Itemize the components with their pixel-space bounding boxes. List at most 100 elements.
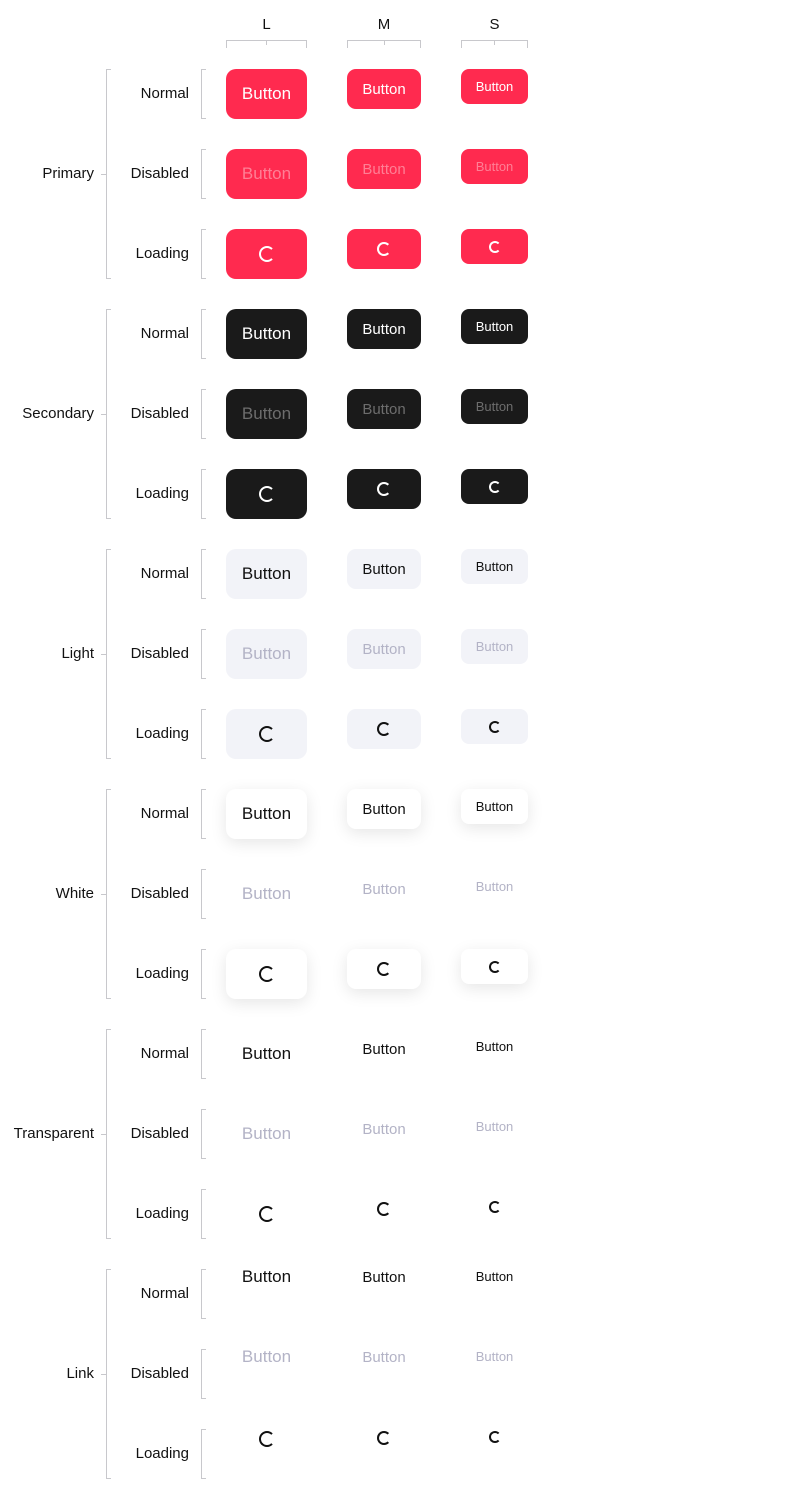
state-label-loading: Loading — [135, 245, 189, 262]
button-label: Button — [362, 1269, 406, 1286]
secondary-disabled-button-m: Button — [347, 389, 421, 429]
white-loading-button-m[interactable] — [347, 949, 421, 989]
group-bracket-tick — [101, 1134, 107, 1135]
button-label: Button — [241, 404, 292, 423]
link-loading-button-m[interactable] — [347, 1427, 421, 1457]
button-label: Button — [241, 164, 292, 183]
size-bracket-tick — [266, 40, 267, 45]
button-label: Button — [475, 159, 514, 174]
button-label: Button — [362, 800, 406, 818]
link-normal-button-l[interactable]: Button — [226, 1267, 307, 1307]
state-bracket — [201, 69, 206, 119]
button-label: Button — [475, 879, 514, 894]
state-bracket — [201, 149, 206, 199]
state-label-disabled: Disabled — [130, 645, 189, 662]
spinner-icon — [377, 1431, 391, 1445]
button-label: Button — [241, 324, 292, 343]
primary-normal-button-s[interactable]: Button — [461, 69, 528, 104]
button-label: Button — [475, 1269, 514, 1284]
primary-loading-button-s[interactable] — [461, 229, 528, 264]
state-label-normal: Normal — [140, 325, 189, 342]
state-label-disabled: Disabled — [130, 1365, 189, 1382]
button-label: Button — [241, 644, 292, 663]
size-header-l: L — [262, 16, 271, 33]
button-label: Button — [475, 799, 514, 814]
link-normal-button-m[interactable]: Button — [347, 1267, 421, 1297]
secondary-loading-button-l[interactable] — [226, 469, 307, 519]
light-normal-button-m[interactable]: Button — [347, 549, 421, 589]
state-bracket — [201, 789, 206, 839]
secondary-loading-button-m[interactable] — [347, 469, 421, 509]
white-loading-button-l[interactable] — [226, 949, 307, 999]
transparent-loading-button-m[interactable] — [347, 1189, 421, 1229]
light-disabled-button-m: Button — [347, 629, 421, 669]
state-bracket — [201, 309, 206, 359]
light-normal-button-l[interactable]: Button — [226, 549, 307, 599]
light-normal-button-s[interactable]: Button — [461, 549, 528, 584]
spinner-icon — [377, 242, 391, 256]
transparent-disabled-button-m: Button — [347, 1109, 421, 1149]
primary-loading-button-m[interactable] — [347, 229, 421, 269]
primary-disabled-button-m: Button — [347, 149, 421, 189]
light-loading-button-s[interactable] — [461, 709, 528, 744]
button-label: Button — [241, 1124, 292, 1143]
secondary-normal-button-m[interactable]: Button — [347, 309, 421, 349]
spinner-icon — [488, 480, 501, 493]
state-bracket — [201, 949, 206, 999]
spinner-icon — [377, 962, 391, 976]
button-label: Button — [475, 1349, 514, 1364]
link-disabled-button-m: Button — [347, 1347, 421, 1377]
button-label: Button — [362, 320, 406, 338]
button-label: Button — [475, 319, 514, 334]
primary-normal-button-l[interactable]: Button — [226, 69, 307, 119]
secondary-loading-button-s[interactable] — [461, 469, 528, 504]
state-label-loading: Loading — [135, 965, 189, 982]
group-bracket-tick — [101, 174, 107, 175]
size-header-m: M — [377, 16, 391, 33]
state-bracket — [201, 629, 206, 679]
link-disabled-button-l: Button — [226, 1347, 307, 1387]
transparent-loading-button-l[interactable] — [226, 1189, 307, 1239]
white-normal-button-l[interactable]: Button — [226, 789, 307, 839]
button-label: Button — [362, 640, 406, 658]
state-label-normal: Normal — [140, 85, 189, 102]
button-label: Button — [362, 160, 406, 178]
link-loading-button-s[interactable] — [461, 1427, 528, 1452]
secondary-normal-button-s[interactable]: Button — [461, 309, 528, 344]
primary-normal-button-m[interactable]: Button — [347, 69, 421, 109]
state-bracket — [201, 1109, 206, 1159]
group-label-light: Light — [61, 645, 94, 662]
button-label: Button — [475, 639, 514, 654]
link-loading-button-l[interactable] — [226, 1427, 307, 1467]
button-label: Button — [241, 1347, 292, 1366]
state-bracket — [201, 709, 206, 759]
link-normal-button-s[interactable]: Button — [461, 1267, 528, 1292]
transparent-loading-button-s[interactable] — [461, 1189, 528, 1224]
spinner-icon — [488, 720, 501, 733]
light-loading-button-m[interactable] — [347, 709, 421, 749]
spinner-icon — [488, 1200, 501, 1213]
button-label: Button — [362, 1120, 406, 1138]
state-bracket — [201, 1269, 206, 1319]
primary-loading-button-l[interactable] — [226, 229, 307, 279]
light-loading-button-l[interactable] — [226, 709, 307, 759]
white-normal-button-s[interactable]: Button — [461, 789, 528, 824]
state-label-normal: Normal — [140, 805, 189, 822]
transparent-normal-button-l[interactable]: Button — [226, 1029, 307, 1079]
spinner-icon — [258, 246, 275, 262]
state-label-loading: Loading — [135, 485, 189, 502]
button-label: Button — [241, 884, 292, 903]
transparent-normal-button-m[interactable]: Button — [347, 1029, 421, 1069]
white-normal-button-m[interactable]: Button — [347, 789, 421, 829]
button-label: Button — [475, 399, 514, 414]
secondary-normal-button-l[interactable]: Button — [226, 309, 307, 359]
state-label-disabled: Disabled — [130, 165, 189, 182]
group-bracket-tick — [101, 1374, 107, 1375]
secondary-disabled-button-s: Button — [461, 389, 528, 424]
group-label-link: Link — [66, 1365, 94, 1382]
button-label: Button — [241, 1267, 292, 1286]
button-label: Button — [362, 80, 406, 98]
transparent-normal-button-s[interactable]: Button — [461, 1029, 528, 1064]
spinner-icon — [258, 726, 275, 742]
white-loading-button-s[interactable] — [461, 949, 528, 984]
